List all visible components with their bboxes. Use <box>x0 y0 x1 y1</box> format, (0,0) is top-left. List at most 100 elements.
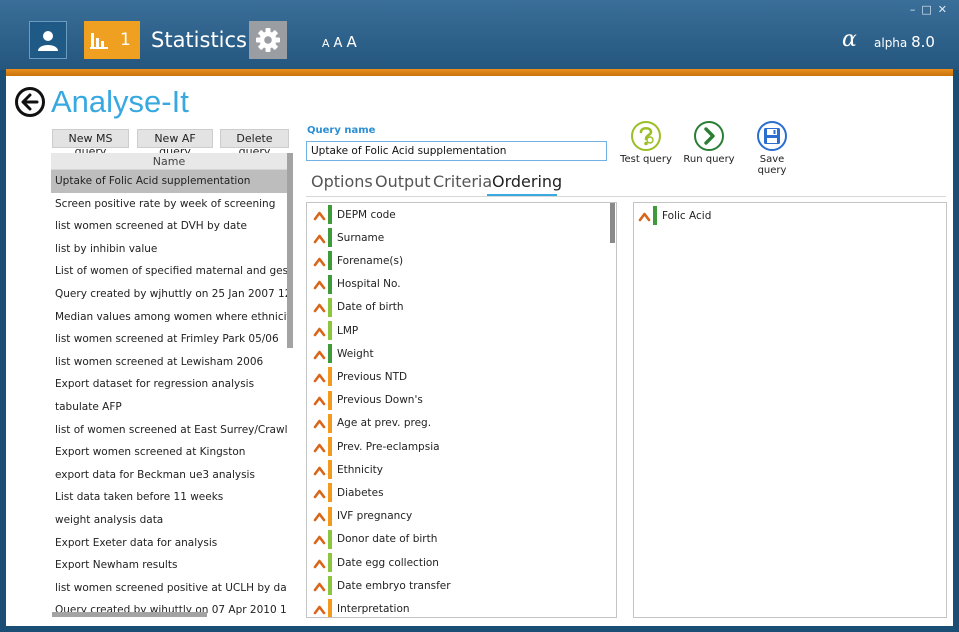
new-af-query-button[interactable]: New AF query <box>137 129 213 158</box>
fields-scrollbar[interactable] <box>610 203 615 243</box>
query-list-item[interactable]: Export dataset for regression analysis <box>51 373 287 396</box>
field-color-bar <box>328 274 332 294</box>
delete-query-button[interactable]: Delete query <box>220 129 289 158</box>
chevron-up-icon[interactable] <box>313 278 326 290</box>
field-item[interactable]: Diabetes <box>313 483 384 503</box>
user-icon <box>38 31 58 51</box>
chevron-up-icon[interactable] <box>638 210 651 222</box>
query-list-item[interactable]: list by inhibin value <box>51 238 287 261</box>
chevron-up-icon[interactable] <box>313 580 326 592</box>
field-item[interactable]: Donor date of birth <box>313 529 437 549</box>
query-list-item[interactable]: tabulate AFP <box>51 396 287 419</box>
chevron-up-icon[interactable] <box>313 209 326 221</box>
test-query-button[interactable]: Test query <box>618 121 674 165</box>
chevron-up-icon[interactable] <box>313 557 326 569</box>
field-label: Hospital No. <box>337 278 401 291</box>
field-item[interactable]: Date egg collection <box>313 553 439 572</box>
field-item[interactable]: Hospital No. <box>313 274 401 294</box>
field-item[interactable]: Ethnicity <box>313 460 383 480</box>
ordering-item[interactable]: Folic Acid <box>638 206 711 225</box>
query-list-item[interactable]: weight analysis data <box>51 509 287 532</box>
query-list-item[interactable]: List of women of specified maternal and … <box>51 260 287 283</box>
chevron-up-icon[interactable] <box>313 348 326 360</box>
field-item[interactable]: DEPM code <box>313 205 396 224</box>
font-size-medium[interactable]: A <box>334 36 343 51</box>
query-list-item[interactable]: Median values among women where ethnicit… <box>51 306 287 329</box>
field-item[interactable]: Prev. Pre-eclampsia <box>313 437 440 456</box>
field-item[interactable]: Date of birth <box>313 297 404 317</box>
query-list-item[interactable]: List data taken before 11 weeks <box>51 486 287 509</box>
field-item[interactable]: LMP <box>313 321 358 340</box>
chevron-up-icon[interactable] <box>313 464 326 476</box>
field-label: IVF pregnancy <box>337 510 413 523</box>
query-list-item[interactable]: Uptake of Folic Acid supplementation <box>51 170 287 193</box>
run-query-button[interactable]: Run query <box>682 121 736 165</box>
version-name: alpha <box>874 36 908 50</box>
chevron-up-icon[interactable] <box>313 255 326 267</box>
query-list-item[interactable]: list women screened at Frimley Park 05/0… <box>51 328 287 351</box>
field-label: Date of birth <box>337 301 404 314</box>
field-item[interactable]: Age at prev. preg. <box>313 413 431 433</box>
tab-ordering[interactable]: Ordering <box>492 172 562 191</box>
tab-options[interactable]: Options <box>311 172 373 191</box>
field-item[interactable]: Previous NTD <box>313 367 407 387</box>
field-item[interactable]: Surname <box>313 228 385 248</box>
query-name-input[interactable] <box>306 141 607 161</box>
chevron-up-icon[interactable] <box>313 232 326 244</box>
query-list-items: Uptake of Folic Acid supplementation Scre… <box>51 170 287 618</box>
query-list-vertical-scrollbar[interactable] <box>287 153 293 348</box>
field-item[interactable]: Interpretation <box>313 599 410 617</box>
tab-criteria[interactable]: Criteria <box>433 172 492 191</box>
query-list-item[interactable]: list women screened positive at UCLH by … <box>51 577 287 600</box>
query-list-item[interactable]: Screen positive rate by week of screenin… <box>51 193 287 216</box>
new-ms-query-button[interactable]: New MS query <box>52 129 129 158</box>
field-item[interactable]: IVF pregnancy <box>313 506 413 526</box>
field-label: LMP <box>337 324 359 337</box>
chevron-up-icon[interactable] <box>313 603 326 615</box>
test-query-icon <box>639 126 654 146</box>
query-list-item[interactable]: list of women screened at East Surrey/Cr… <box>51 419 287 442</box>
field-color-bar <box>328 506 332 526</box>
query-list-item[interactable]: list women screened at Lewisham 2006 <box>51 351 287 374</box>
query-list-header[interactable]: Name <box>51 153 287 170</box>
query-list-item[interactable]: export data for Beckman ue3 analysis <box>51 464 287 487</box>
font-size-small[interactable]: A <box>322 37 330 50</box>
chevron-up-icon[interactable] <box>313 487 326 499</box>
field-item[interactable]: Weight <box>313 344 374 364</box>
chevron-up-icon[interactable] <box>313 325 326 337</box>
query-list-horizontal-scrollbar[interactable] <box>52 612 207 617</box>
chevron-up-icon[interactable] <box>313 301 326 313</box>
field-label: Surname <box>337 231 385 244</box>
query-list-item[interactable]: list women screened at DVH by date <box>51 215 287 238</box>
chevron-up-icon[interactable] <box>313 417 326 429</box>
query-list-item[interactable]: Export women screened at Kingston <box>51 441 287 464</box>
ordering-label: Folic Acid <box>662 209 712 222</box>
field-color-bar <box>328 460 332 480</box>
query-list-item[interactable]: Query created by wjhuttly on 25 Jan 2007… <box>51 283 287 306</box>
close-icon[interactable]: ✕ <box>938 3 947 16</box>
user-button[interactable] <box>29 21 67 59</box>
minimize-icon[interactable]: – <box>910 3 916 16</box>
chevron-up-icon[interactable] <box>313 533 326 545</box>
floppy-disk-icon <box>764 128 780 144</box>
chevron-up-icon[interactable] <box>313 371 326 383</box>
back-button[interactable] <box>15 87 45 117</box>
query-list-item[interactable]: Export Newham results <box>51 554 287 577</box>
field-item[interactable]: Forename(s) <box>313 251 403 271</box>
chevron-up-icon[interactable] <box>313 441 326 453</box>
maximize-icon[interactable]: □ <box>921 3 931 16</box>
field-item[interactable]: Previous Down's <box>313 390 423 410</box>
statistics-button[interactable]: 1 <box>84 21 140 59</box>
tab-output[interactable]: Output <box>375 172 431 191</box>
field-label: Diabetes <box>337 486 384 499</box>
field-item[interactable]: Date embryo transfer <box>313 576 451 596</box>
ordering-color-bar <box>653 206 657 225</box>
save-query-button[interactable]: Save query <box>744 121 800 176</box>
font-size-large[interactable]: A <box>346 33 356 51</box>
query-list-item[interactable]: Export Exeter data for analysis <box>51 532 287 555</box>
chevron-up-icon[interactable] <box>313 394 326 406</box>
settings-button[interactable] <box>249 21 287 59</box>
main-content: Analyse-It New MS query New AF query Del… <box>6 76 953 626</box>
field-color-bar <box>328 390 332 410</box>
chevron-up-icon[interactable] <box>313 510 326 522</box>
